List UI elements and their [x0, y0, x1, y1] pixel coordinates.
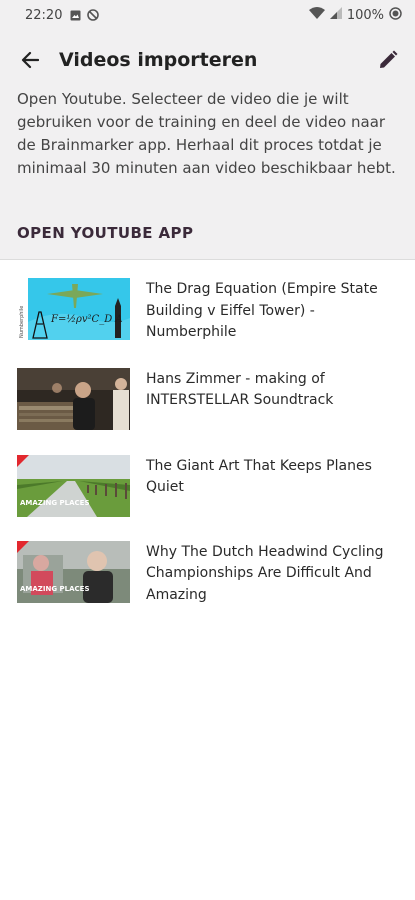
- thumbnail-badge: AMAZING PLACES: [20, 499, 90, 507]
- video-thumbnail: F=½ρv²C_D A Numberphile: [17, 278, 130, 340]
- thumbnail-badge: AMAZING PLACES: [20, 585, 90, 593]
- video-thumbnail: AMAZING PLACES: [17, 454, 130, 517]
- video-item[interactable]: Hans Zimmer - making of INTERSTELLAR Sou…: [0, 367, 415, 430]
- app-bar: Videos importeren: [0, 30, 415, 90]
- video-thumbnail: AMAZING PLACES: [17, 540, 130, 603]
- thumbnail-formula: F=½ρv²C_D A: [50, 314, 123, 325]
- video-item[interactable]: F=½ρv²C_D A Numberphile The Drag Equatio…: [0, 278, 415, 344]
- open-youtube-button[interactable]: OPEN YOUTUBE APP: [17, 224, 193, 242]
- battery-icon: [389, 6, 402, 24]
- sync-off-icon: [87, 9, 100, 21]
- video-title: Hans Zimmer - making of INTERSTELLAR Sou…: [146, 370, 334, 409]
- wifi-icon: [308, 7, 325, 23]
- back-arrow-icon[interactable]: [18, 48, 42, 72]
- thumbnail-side-label: Numberphile: [19, 306, 25, 338]
- video-list: F=½ρv²C_D A Numberphile The Drag Equatio…: [0, 260, 415, 606]
- video-title: Why The Dutch Headwind Cycling Champions…: [146, 543, 384, 603]
- video-item[interactable]: AMAZING PLACES Why The Dutch Headwind Cy…: [0, 540, 415, 607]
- signal-icon: [329, 7, 342, 23]
- status-bar: 22:20 100%: [0, 0, 415, 30]
- header-panel: 22:20 100% Videos importeren Open Youtub…: [0, 0, 415, 260]
- status-time: 22:20: [25, 7, 63, 23]
- video-title: The Giant Art That Keeps Planes Quiet: [146, 457, 372, 496]
- video-thumbnail: [17, 367, 130, 430]
- page-title: Videos importeren: [59, 49, 258, 71]
- video-title: The Drag Equation (Empire State Building…: [146, 281, 378, 340]
- video-item[interactable]: AMAZING PLACES The Giant Art That Keeps …: [0, 454, 415, 517]
- instructions-text: Open Youtube. Selecteer de video die je …: [17, 90, 396, 177]
- battery-text: 100%: [346, 7, 384, 23]
- pencil-icon[interactable]: [375, 47, 401, 73]
- image-notification-icon: [70, 10, 81, 21]
